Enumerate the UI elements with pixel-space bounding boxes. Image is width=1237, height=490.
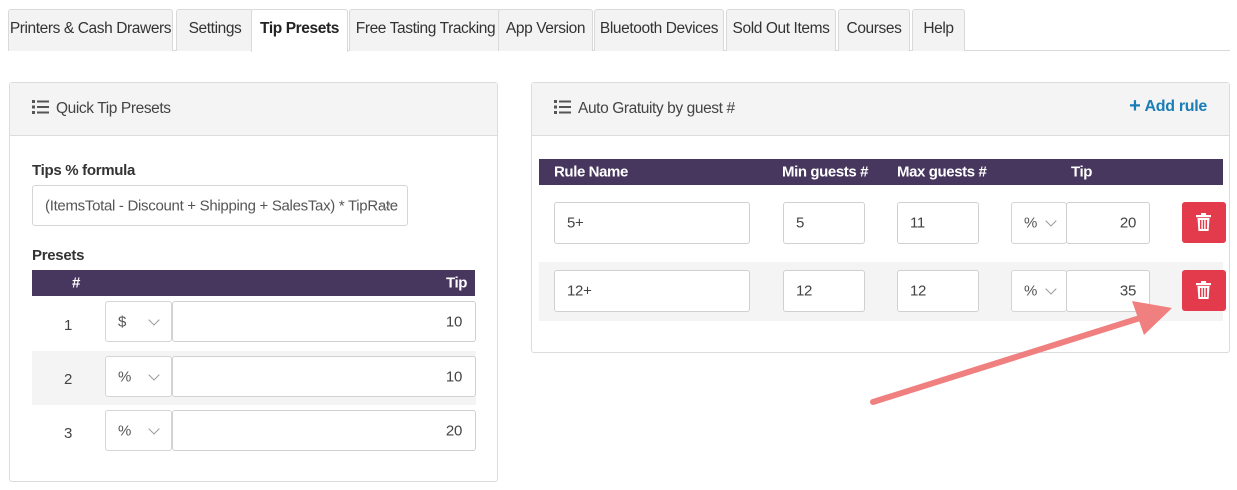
chevron-down-icon bbox=[148, 422, 160, 435]
min-guests-value: 5 bbox=[796, 214, 805, 232]
column-header-tip: Tip bbox=[1071, 163, 1093, 181]
add-rule-label: Add rule bbox=[1144, 98, 1208, 115]
add-rule-button[interactable]: + Add rule bbox=[1129, 95, 1208, 117]
tip-unit-select[interactable]: % bbox=[1011, 270, 1067, 312]
tip-unit-value: % bbox=[1024, 214, 1038, 232]
preset-unit-value: % bbox=[118, 368, 132, 385]
tip-amount-input[interactable]: 35 bbox=[1066, 270, 1150, 312]
tab-app-version[interactable]: App Version bbox=[498, 9, 593, 51]
trash-icon bbox=[1196, 213, 1211, 231]
column-header-max-guests: Max guests # bbox=[897, 163, 987, 181]
preset-tip-value: 10 bbox=[445, 313, 462, 330]
tip-amount-value: 20 bbox=[1119, 214, 1136, 232]
tab-free-tasting-tracking[interactable]: Free Tasting Tracking bbox=[349, 9, 502, 51]
panel-header: Quick Tip Presets bbox=[10, 83, 497, 136]
tip-unit-select[interactable]: % bbox=[1011, 202, 1067, 244]
preset-tip-value: 10 bbox=[445, 368, 462, 385]
preset-unit-value: $ bbox=[118, 313, 127, 330]
panel-header: Auto Gratuity by guest # + Add rule bbox=[532, 83, 1229, 136]
max-guests-input[interactable]: 11 bbox=[897, 202, 979, 244]
chevron-down-icon bbox=[1045, 215, 1057, 227]
panel-title: Auto Gratuity by guest # bbox=[578, 100, 735, 117]
delete-rule-button[interactable] bbox=[1182, 270, 1226, 311]
auto-gratuity-panel: Auto Gratuity by guest # + Add rule Rule … bbox=[531, 82, 1230, 353]
column-header-num: # bbox=[72, 274, 80, 292]
presets-table-header: # Tip bbox=[32, 270, 475, 296]
gratuity-table-header: Rule Name Min guests # Max guests # Tip bbox=[539, 159, 1223, 185]
preset-unit-value: % bbox=[118, 422, 132, 439]
rule-name-value: 5+ bbox=[567, 214, 584, 232]
rule-name-value: 12+ bbox=[567, 282, 592, 300]
chevron-down-icon bbox=[148, 313, 160, 326]
preset-tip-input[interactable]: 20 bbox=[172, 410, 476, 451]
column-header-rule-name: Rule Name bbox=[554, 163, 628, 181]
plus-icon: + bbox=[1129, 95, 1141, 117]
preset-tip-value: 20 bbox=[445, 422, 462, 439]
list-icon bbox=[32, 100, 49, 114]
panel-title: Quick Tip Presets bbox=[56, 100, 171, 117]
tip-amount-value: 35 bbox=[1119, 282, 1136, 300]
settings-tab-bar: Printers & Cash Drawers Settings Tip Pre… bbox=[8, 9, 1230, 52]
presets-label: Presets bbox=[32, 247, 85, 264]
preset-unit-select[interactable]: % bbox=[105, 410, 172, 451]
tab-settings[interactable]: Settings bbox=[176, 9, 254, 51]
tip-amount-input[interactable]: 20 bbox=[1066, 202, 1150, 244]
column-header-min-guests: Min guests # bbox=[782, 163, 869, 181]
preset-row: 2 % 10 bbox=[32, 351, 476, 405]
tab-sold-out-items[interactable]: Sold Out Items bbox=[726, 9, 836, 51]
chevron-down-icon bbox=[1045, 283, 1057, 295]
tab-tip-presets[interactable]: Tip Presets bbox=[251, 9, 348, 52]
delete-rule-button[interactable] bbox=[1182, 202, 1226, 243]
preset-tip-input[interactable]: 10 bbox=[172, 356, 476, 397]
tip-unit-value: % bbox=[1024, 282, 1038, 300]
max-guests-value: 12 bbox=[910, 282, 927, 300]
gratuity-rule-row: 12+ 12 12 % 35 bbox=[539, 262, 1226, 321]
trash-icon bbox=[1196, 281, 1211, 299]
preset-unit-select[interactable]: % bbox=[105, 356, 172, 397]
preset-tip-input[interactable]: 10 bbox=[172, 301, 476, 342]
preset-number: 1 bbox=[64, 317, 73, 334]
quick-tip-presets-panel: Quick Tip Presets Tips % formula (ItemsT… bbox=[9, 82, 498, 482]
min-guests-value: 12 bbox=[796, 282, 813, 300]
tips-formula-value: (ItemsTotal - Discount + Shipping + Sale… bbox=[45, 197, 398, 214]
tips-formula-select[interactable]: (ItemsTotal - Discount + Shipping + Sale… bbox=[32, 185, 408, 226]
list-icon bbox=[554, 100, 571, 114]
min-guests-input[interactable]: 12 bbox=[783, 270, 865, 312]
min-guests-input[interactable]: 5 bbox=[783, 202, 865, 244]
tab-help[interactable]: Help bbox=[912, 9, 965, 51]
tab-courses[interactable]: Courses bbox=[838, 9, 910, 51]
rule-name-input[interactable]: 5+ bbox=[554, 202, 750, 244]
tips-formula-label: Tips % formula bbox=[32, 162, 136, 179]
tab-bluetooth-devices[interactable]: Bluetooth Devices bbox=[594, 9, 724, 51]
tab-printers-cash-drawers[interactable]: Printers & Cash Drawers bbox=[8, 9, 173, 51]
preset-unit-select[interactable]: $ bbox=[105, 301, 172, 342]
chevron-down-icon bbox=[148, 368, 160, 381]
rule-name-input[interactable]: 12+ bbox=[554, 270, 750, 312]
preset-number: 3 bbox=[64, 425, 73, 442]
preset-number: 2 bbox=[64, 371, 73, 388]
column-header-tip: Tip bbox=[445, 274, 467, 292]
max-guests-value: 11 bbox=[910, 214, 925, 232]
max-guests-input[interactable]: 12 bbox=[897, 270, 979, 312]
